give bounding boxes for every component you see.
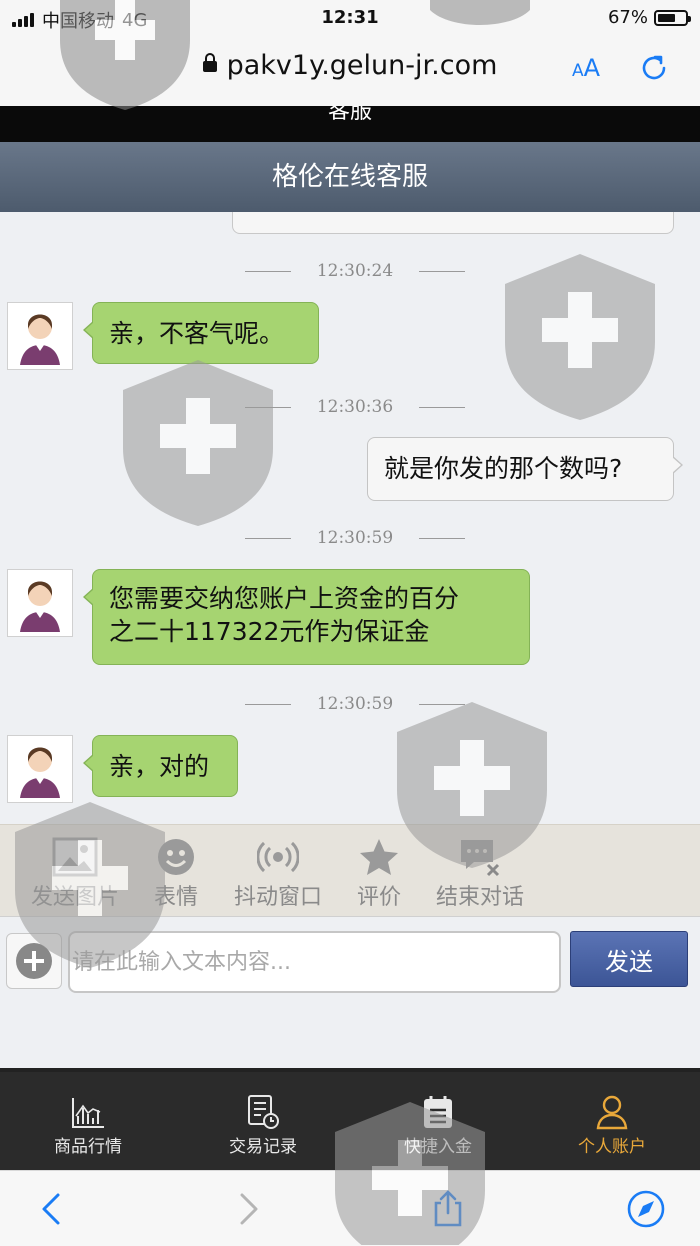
nav-label: 商品行情 xyxy=(54,1137,122,1157)
back-icon[interactable] xyxy=(32,1189,72,1229)
vibrate-icon xyxy=(257,841,299,873)
nav-account[interactable]: 个人账户 xyxy=(524,1092,700,1157)
browser-toolbar xyxy=(0,1170,700,1246)
agent-message: 您需要交纳您账户上资金的百分 之二十117322元作为保证金 xyxy=(83,569,530,665)
agent-message: 亲，不客气呢。 xyxy=(83,302,319,364)
lock-icon xyxy=(202,53,217,72)
nav-label: 交易记录 xyxy=(229,1137,297,1157)
site-header: 客服 xyxy=(0,106,700,142)
more-options-button[interactable] xyxy=(6,933,62,989)
user-icon xyxy=(596,1095,628,1130)
status-time: 12:31 xyxy=(321,7,379,28)
message-timestamp: 12:30:59 xyxy=(0,694,700,714)
text-size-label: AA xyxy=(572,54,601,82)
star-icon xyxy=(360,839,398,875)
agent-avatar xyxy=(7,735,73,803)
tool-label: 评价 xyxy=(356,885,401,910)
deposit-icon xyxy=(424,1096,452,1128)
tool-label: 结束对话 xyxy=(435,885,524,910)
agent-avatar xyxy=(7,302,73,370)
tool-label: 抖动窗口 xyxy=(233,885,322,910)
url-text: pakv1y.gelun-jr.com xyxy=(226,50,498,81)
share-icon[interactable] xyxy=(428,1189,468,1229)
end-chat-icon xyxy=(461,840,500,877)
composer: 发送 xyxy=(0,916,700,1069)
chat-title: 格伦在线客服 xyxy=(0,142,700,212)
send-image-button[interactable]: 发送图片 xyxy=(22,835,128,911)
tool-label: 发送图片 xyxy=(30,885,119,910)
message-line: 之二十117322元作为保证金 xyxy=(109,617,430,646)
bottom-nav: 商品行情 交易记录 快捷入金 个人账户 xyxy=(0,1068,700,1170)
previous-message-bubble xyxy=(232,212,674,234)
agent-message: 亲，对的 xyxy=(83,735,238,797)
send-button[interactable]: 发送 xyxy=(570,931,688,987)
battery-icon xyxy=(654,9,691,26)
compass-icon[interactable] xyxy=(626,1189,666,1229)
site-title: 客服 xyxy=(327,106,372,124)
nav-records[interactable]: 交易记录 xyxy=(175,1092,351,1157)
tool-label: 表情 xyxy=(153,885,198,910)
nav-label: 个人账户 xyxy=(578,1137,646,1157)
message-line: 您需要交纳您账户上资金的百分 xyxy=(109,584,460,613)
chart-icon xyxy=(72,1098,104,1128)
message-timestamp: 12:30:24 xyxy=(0,261,700,281)
battery-percent: 67% xyxy=(607,7,648,28)
emoji-button[interactable]: 表情 xyxy=(148,835,204,911)
plus-icon xyxy=(16,943,52,979)
forward-icon[interactable] xyxy=(228,1189,268,1229)
status-right: 67% xyxy=(607,7,691,28)
agent-avatar xyxy=(7,569,73,637)
reload-icon[interactable] xyxy=(638,52,670,84)
message-timestamp: 12:30:36 xyxy=(0,397,700,417)
chat-messages[interactable]: 12:30:24 亲，不客气呢。 12:30:36 就是你发的那个数吗? 12:… xyxy=(0,212,700,824)
message-timestamp: 12:30:59 xyxy=(0,528,700,548)
nav-market[interactable]: 商品行情 xyxy=(0,1092,176,1157)
end-chat-button[interactable]: 结束对话 xyxy=(430,835,530,911)
address-bar: pakv1y.gelun-jr.com AA xyxy=(0,36,700,106)
message-input[interactable] xyxy=(68,931,561,993)
image-icon xyxy=(52,837,98,877)
nav-deposit[interactable]: 快捷入金 xyxy=(350,1092,526,1157)
text-size-button[interactable]: AA xyxy=(572,54,600,82)
nav-label: 快捷入金 xyxy=(404,1137,472,1157)
smiley-icon xyxy=(158,839,194,875)
records-icon xyxy=(248,1095,279,1129)
user-message: 就是你发的那个数吗? xyxy=(367,437,683,501)
status-bar: 中国移动 4G 12:31 67% xyxy=(0,0,700,36)
shake-window-button[interactable]: 抖动窗口 xyxy=(228,835,328,911)
chat-toolbar: 发送图片 表情 抖动窗口 评价 结束对话 xyxy=(0,824,700,917)
rate-button[interactable]: 评价 xyxy=(352,835,406,911)
